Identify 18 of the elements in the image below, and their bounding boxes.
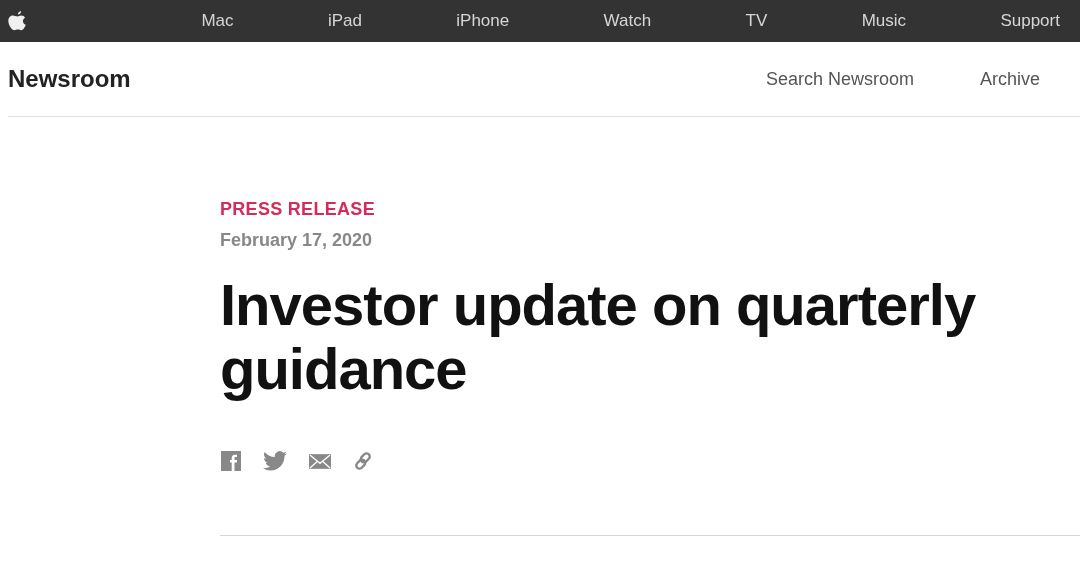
- nav-link[interactable]: Watch: [603, 11, 652, 31]
- newsroom-title[interactable]: Newsroom: [8, 65, 131, 93]
- bird-icon[interactable]: [263, 451, 287, 471]
- envelope-icon[interactable]: [309, 453, 331, 469]
- nav-link[interactable]: Music: [861, 11, 907, 31]
- square-f-icon[interactable]: [221, 451, 241, 471]
- nav-link[interactable]: Archive: [979, 68, 1040, 90]
- category-label: PRESS RELEASE: [220, 199, 375, 220]
- nav-link[interactable]: iPhone: [456, 11, 510, 31]
- nav-link[interactable]: Support: [1000, 11, 1060, 31]
- nav-link[interactable]: Search Newsroom: [765, 68, 914, 90]
- nav-link[interactable]: Mac: [201, 11, 234, 31]
- apple-icon[interactable]: [8, 10, 27, 32]
- nav-link[interactable]: iPad: [327, 11, 362, 31]
- nav-link[interactable]: TV: [745, 11, 768, 31]
- headline: Investor update on quarterly guidance: [220, 273, 977, 401]
- date-text: February 17, 2020: [220, 230, 373, 251]
- link-icon[interactable]: [353, 451, 373, 471]
